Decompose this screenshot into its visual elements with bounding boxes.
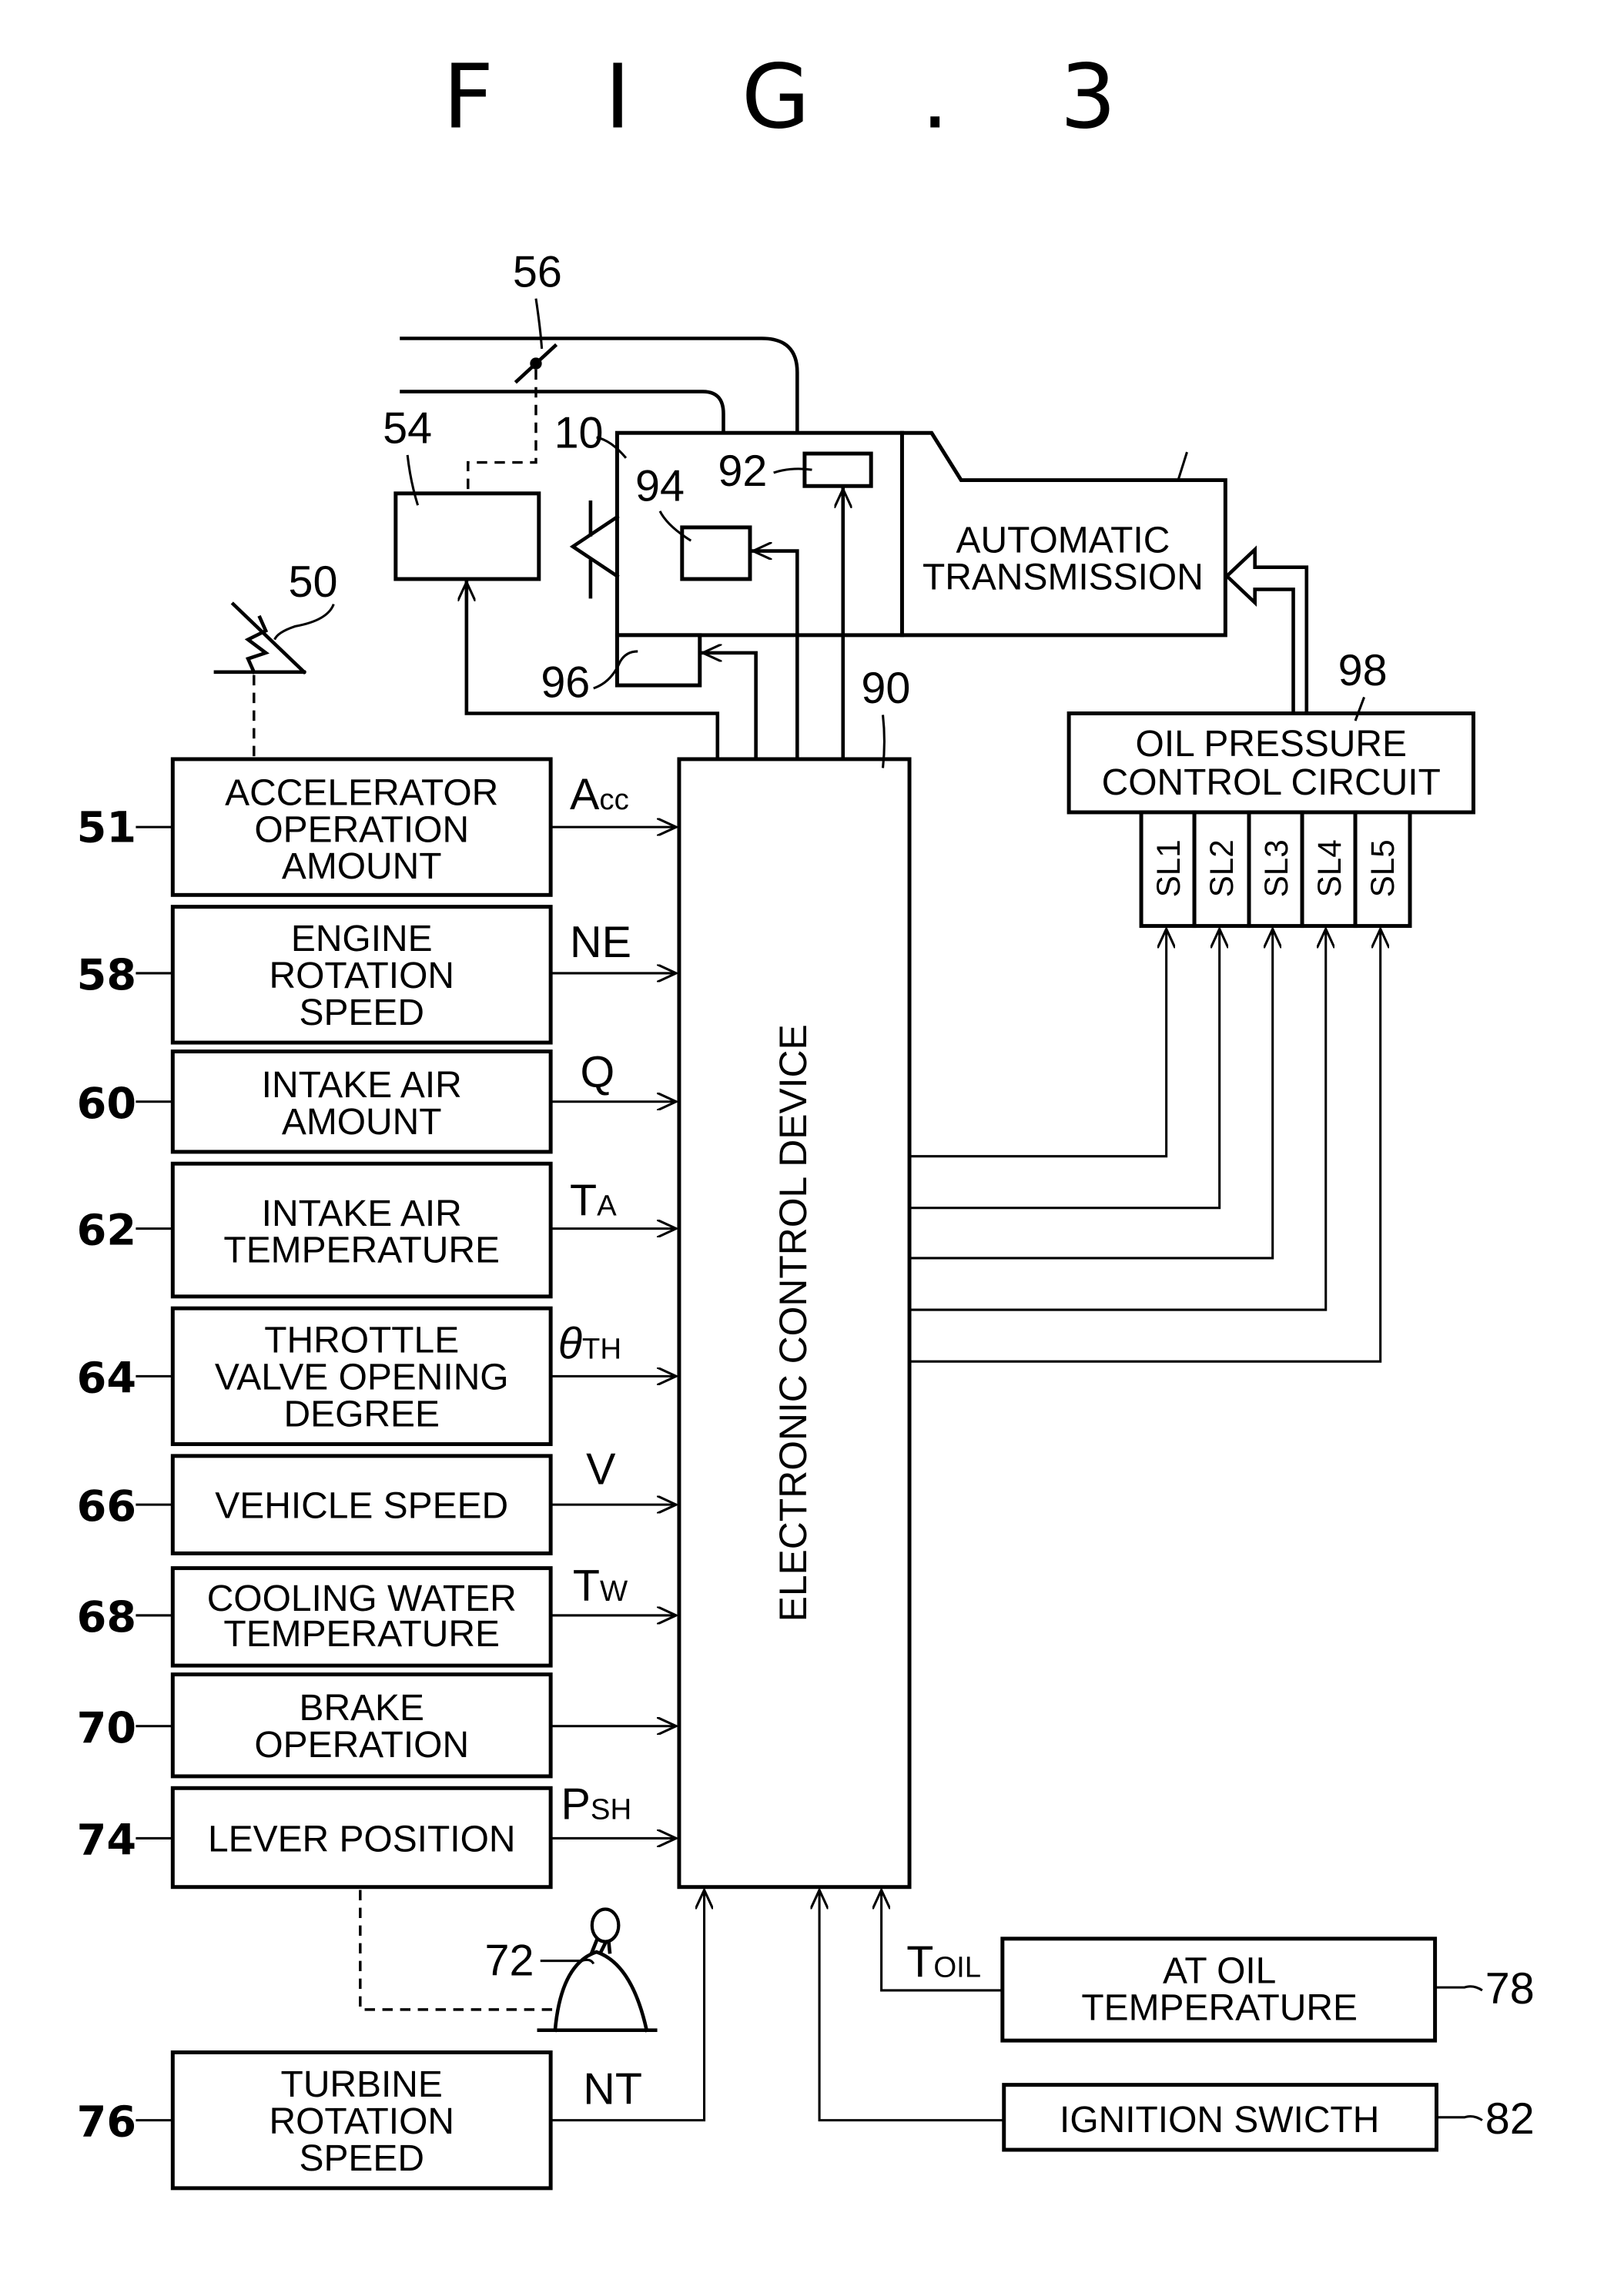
sensor-label: INTAKE AIR [262, 1193, 462, 1234]
ref-10: 10 [554, 408, 604, 457]
leader-78 [1435, 1985, 1483, 1992]
sensor-label: VEHICLE SPEED [215, 1485, 508, 1526]
sensor-label: THROTTLE [264, 1321, 459, 1361]
ref-54: 54 [383, 404, 432, 454]
ref-60: 60 [77, 1079, 136, 1129]
valve-sl1-label: SL1 [1150, 839, 1187, 897]
ref-72: 72 [484, 1937, 534, 1986]
turbine-label-line-1: TURBINE [281, 2064, 443, 2105]
sensor-label: OPERATION [254, 1725, 469, 1766]
ref-64: 64 [77, 1353, 136, 1403]
leader-72 [540, 1958, 595, 1965]
leader-14 [1177, 451, 1188, 481]
sensor-label: LEVER POSITION [208, 1819, 515, 1860]
signal-psh: PSH [561, 1780, 632, 1829]
ref-70: 70 [77, 1703, 136, 1753]
ref-68: 68 [77, 1592, 136, 1642]
leader-90 [882, 715, 886, 768]
sensor-label: TEMPERATURE [223, 1230, 500, 1271]
shift-lever-icon [537, 1907, 658, 2033]
link-ignition-ecd [819, 1890, 1004, 2122]
leader-82 [1436, 2115, 1483, 2121]
leader-50 [273, 603, 335, 641]
ref-62: 62 [77, 1206, 136, 1256]
ref-58: 58 [77, 950, 136, 1000]
turbine-label-line-2: ROTATION [269, 2101, 454, 2142]
ref-51: 51 [77, 802, 136, 852]
signal-toil: TOIL [906, 1938, 981, 1987]
ref-94: 94 [635, 461, 685, 510]
hydraulic-arrow-icon [1224, 545, 1309, 715]
ref-66: 66 [77, 1481, 136, 1531]
ref-50: 50 [288, 557, 337, 607]
figure-title: F I G . 3 [443, 45, 1157, 149]
valve-sl3-label: SL3 [1258, 839, 1294, 897]
ref-92: 92 [718, 447, 767, 496]
ref-98: 98 [1338, 646, 1388, 695]
valve-sl5-label: SL5 [1364, 839, 1401, 897]
ref-90: 90 [861, 664, 910, 713]
sensor-column: ACCELERATOR OPERATION AMOUNT 51 Acc ENGI… [77, 757, 676, 1890]
turbine-label-line-3: SPEED [299, 2138, 424, 2179]
sensor-label: AMOUNT [282, 1102, 442, 1143]
ref-78: 78 [1485, 1964, 1535, 2014]
sensor-label: ENGINE [291, 919, 433, 959]
sensor-label: ACCELERATOR [225, 772, 498, 813]
valve-sl2-label: SL2 [1204, 839, 1240, 897]
sensor-92-box [802, 451, 873, 488]
sensor-94-box [680, 525, 752, 581]
ref-74: 74 [77, 1816, 136, 1866]
sensor-96-box [614, 633, 702, 688]
signal-ta: TA [570, 1176, 617, 1225]
ref-76: 76 [77, 2097, 136, 2147]
throttle-actuator-box [393, 491, 541, 581]
oil-circuit-label-line-2: CONTROL CIRCUIT [1102, 762, 1441, 803]
sensor-label: SPEED [299, 993, 424, 1033]
sensor-label: TEMPERATURE [223, 1614, 500, 1655]
ref-82: 82 [1485, 2094, 1535, 2144]
leader-56 [534, 298, 544, 350]
signal-acc: Acc [570, 770, 629, 819]
accelerator-pedal-icon [213, 601, 307, 675]
sensor-label: OPERATION [254, 809, 469, 850]
sensor-label: VALVE OPENING [215, 1357, 509, 1398]
ecd-label: ELECTRONIC CONTROL DEVICE [772, 1024, 815, 1622]
solenoid-valves: SL1 SL2 SL3 SL4 SL5 [1139, 810, 1412, 929]
sensor-label: BRAKE [299, 1688, 424, 1729]
signal-nt: NT [583, 2065, 642, 2114]
ignition-label: IGNITION SWICTH [1060, 2100, 1379, 2141]
ecd-to-valve-links [909, 929, 1381, 1363]
signal-tw: TW [573, 1562, 628, 1611]
oil-circuit-label-line-1: OIL PRESSURE [1136, 724, 1407, 765]
signal-v: V [586, 1444, 616, 1494]
fig3-diagram: F I G . 3 56 54 50 10 AUTOMATIC TRANSMIS… [77, 45, 1535, 2191]
at-oil-label-line-2: TEMPERATURE [1081, 1987, 1358, 2028]
transmission-label-line-1: AUTOMATIC [956, 521, 1170, 561]
transmission-label-line-2: TRANSMISSION [922, 557, 1204, 598]
signal-q: Q [580, 1048, 614, 1097]
sensor-label: DEGREE [284, 1394, 440, 1435]
ref-56: 56 [513, 247, 562, 296]
signal-ne: NE [570, 918, 631, 967]
signal-theta-th: θTH [558, 1319, 621, 1368]
valve-sl4-label: SL4 [1311, 839, 1348, 897]
ref-96: 96 [541, 658, 590, 707]
sensor-label: ROTATION [269, 956, 454, 996]
link-throttle-actuator [467, 369, 537, 494]
sensor-label: AMOUNT [282, 846, 442, 887]
at-oil-label-line-1: AT OIL [1163, 1950, 1276, 1991]
sensor-label: INTAKE AIR [262, 1065, 462, 1106]
